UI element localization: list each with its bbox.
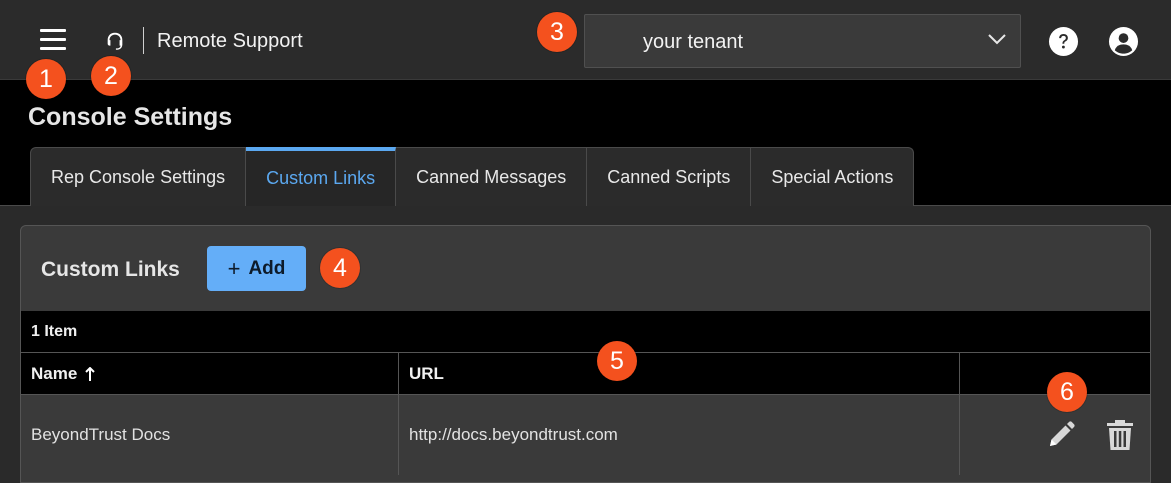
cell-name: BeyondTrust Docs xyxy=(21,395,399,475)
tab-rep-console-settings[interactable]: Rep Console Settings xyxy=(30,147,247,206)
column-header-name[interactable]: Name xyxy=(21,353,399,395)
page-title: Console Settings xyxy=(28,103,233,131)
app-title: Remote Support xyxy=(157,30,303,52)
item-count: 1 Item xyxy=(21,311,1150,352)
account-circle-icon[interactable] xyxy=(1108,26,1139,57)
plus-icon: + xyxy=(227,255,241,281)
tab-bar: Rep Console Settings Custom Links Canned… xyxy=(30,147,915,206)
callout-marker: 3 xyxy=(537,12,577,52)
table-header: Name URL xyxy=(21,352,1150,395)
callout-marker: 1 xyxy=(26,59,66,99)
brand-divider xyxy=(143,27,144,54)
top-bar: Remote Support your tenant xyxy=(0,0,1171,80)
tab-canned-scripts[interactable]: Canned Scripts xyxy=(587,147,752,206)
tenant-select[interactable]: your tenant xyxy=(584,14,1021,68)
callout-marker: 2 xyxy=(91,56,131,96)
column-header-name-label: Name xyxy=(31,364,78,383)
links-table: Name URL BeyondTrust Docs http://docs.be… xyxy=(21,352,1150,475)
app-root: Remote Support your tenant 1 2 3 Console… xyxy=(0,0,1171,483)
arrow-up-icon xyxy=(85,367,96,381)
add-button[interactable]: + Add xyxy=(207,246,306,291)
tab-custom-links[interactable]: Custom Links xyxy=(246,147,397,206)
pencil-icon[interactable] xyxy=(1045,419,1077,451)
tab-canned-messages[interactable]: Canned Messages xyxy=(396,147,588,206)
trash-icon[interactable] xyxy=(1106,419,1134,451)
callout-marker: 6 xyxy=(1047,372,1087,412)
callout-marker: 5 xyxy=(597,341,637,381)
tab-special-actions[interactable]: Special Actions xyxy=(751,147,915,206)
headset-icon xyxy=(107,32,123,50)
add-button-label: Add xyxy=(248,257,286,279)
column-header-url[interactable]: URL xyxy=(399,353,960,395)
callout-marker: 4 xyxy=(320,248,360,288)
panel-title: Custom Links xyxy=(41,258,180,281)
hamburger-icon[interactable] xyxy=(40,29,66,51)
cell-url: http://docs.beyondtrust.com xyxy=(399,395,960,475)
custom-links-panel: Custom Links + Add 1 Item Name URL Beyon… xyxy=(20,225,1151,483)
tenant-value: your tenant xyxy=(643,31,744,53)
table-row: BeyondTrust Docs http://docs.beyondtrust… xyxy=(21,394,1150,475)
help-circle-icon[interactable] xyxy=(1048,26,1079,57)
chevron-down-icon xyxy=(988,34,1006,45)
